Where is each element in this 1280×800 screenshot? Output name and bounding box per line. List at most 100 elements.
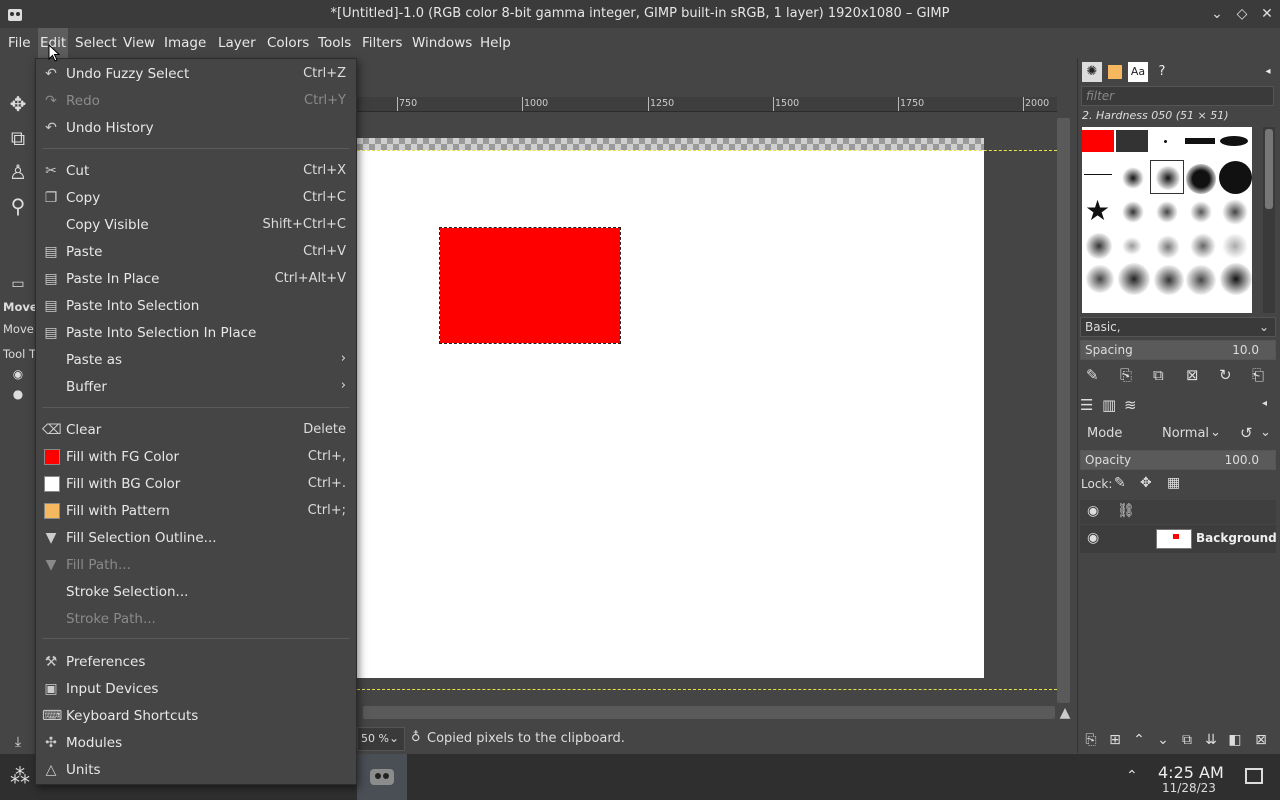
- menu-item-undo[interactable]: ↶ Undo Fuzzy Select Ctrl+Z: [36, 61, 356, 88]
- layers-tab-icon[interactable]: ☰: [1080, 396, 1093, 414]
- fonts-tab-icon[interactable]: Aa: [1128, 62, 1148, 82]
- brush-item[interactable]: [1164, 140, 1167, 143]
- menu-help[interactable]: Help: [480, 28, 511, 58]
- brush-item[interactable]: [1185, 138, 1215, 144]
- menu-select[interactable]: Select: [75, 28, 117, 58]
- brush-item[interactable]: [1222, 233, 1248, 259]
- brush-item[interactable]: [1122, 237, 1142, 255]
- menu-item-clear[interactable]: ⌫ Clear Delete: [36, 417, 356, 444]
- menu-colors[interactable]: Colors: [267, 28, 309, 58]
- mode-select[interactable]: Normal: [1162, 426, 1209, 441]
- horizontal-scrollbar[interactable]: [363, 706, 1055, 719]
- move-tool-icon[interactable]: ✥: [4, 90, 32, 118]
- chevron-down-icon[interactable]: ⌄: [1260, 425, 1271, 440]
- edit-brush-icon[interactable]: ✎: [1086, 366, 1099, 384]
- brush-item[interactable]: [1086, 233, 1112, 259]
- brush-set-select[interactable]: Basic, ⌄: [1080, 317, 1276, 337]
- menu-file[interactable]: File: [8, 28, 31, 58]
- merge-layer-icon[interactable]: ⇊: [1202, 731, 1220, 749]
- patterns-tab-icon[interactable]: [1105, 62, 1125, 82]
- star-brush-icon[interactable]: ★: [1085, 197, 1113, 225]
- spacing-spinner[interactable]: Spacing 10.0: [1080, 340, 1276, 360]
- brush-item[interactable]: [1084, 174, 1112, 175]
- brush-item[interactable]: [1122, 167, 1144, 189]
- show-desktop-icon[interactable]: [1245, 768, 1263, 784]
- menu-item-cut[interactable]: ✂ Cut Ctrl+X: [36, 158, 356, 185]
- duplicate-brush-icon[interactable]: ⧉: [1153, 366, 1164, 384]
- brush-item[interactable]: [1190, 233, 1216, 259]
- layer-mask-icon[interactable]: ◧: [1226, 731, 1244, 749]
- menu-item-copy[interactable]: ❐ Copy Ctrl+C: [36, 185, 356, 212]
- menu-item-preferences[interactable]: ⚒ Preferences: [36, 649, 356, 676]
- menu-item-paste-in-place[interactable]: ▤ Paste In Place Ctrl+Alt+V: [36, 266, 356, 293]
- menu-item-fill-bg[interactable]: Fill with BG Color Ctrl+.: [36, 471, 356, 498]
- new-layer-group-icon[interactable]: ⊞: [1106, 731, 1124, 749]
- lock-alpha-icon[interactable]: ▦: [1167, 475, 1180, 491]
- clock-date[interactable]: 11/28/23: [1162, 781, 1216, 795]
- app-launcher-icon[interactable]: ⁂: [10, 764, 30, 788]
- brush-item[interactable]: [1220, 136, 1248, 146]
- brush-item-selected[interactable]: [1150, 160, 1184, 194]
- new-brush-icon[interactable]: ⎘: [1120, 366, 1132, 384]
- reset-mode-icon[interactable]: ↺: [1240, 424, 1253, 442]
- brush-scrollbar[interactable]: [1263, 127, 1275, 313]
- brush-item[interactable]: [1154, 265, 1184, 295]
- menu-item-copy-visible[interactable]: Copy Visible Shift+Ctrl+C: [36, 212, 356, 239]
- red-selection-rectangle[interactable]: [439, 227, 621, 344]
- menu-windows[interactable]: Windows: [412, 28, 472, 58]
- clone-tool-icon[interactable]: ♙: [4, 158, 32, 186]
- menu-filters[interactable]: Filters: [362, 28, 402, 58]
- menu-item-fill-pattern[interactable]: Fill with Pattern Ctrl+;: [36, 498, 356, 525]
- configure-tab-icon[interactable]: ◂: [1262, 398, 1267, 409]
- menu-item-input-devices[interactable]: ▣ Input Devices: [36, 676, 356, 703]
- brush-item[interactable]: [1118, 263, 1150, 295]
- brushes-tab-icon[interactable]: ✺: [1082, 62, 1102, 82]
- vertical-scrollbar[interactable]: [1057, 118, 1070, 703]
- menu-tools[interactable]: Tools: [318, 28, 351, 58]
- brush-item[interactable]: [1082, 130, 1114, 152]
- brush-filter-input[interactable]: filter: [1081, 86, 1274, 106]
- transform-tool-icon[interactable]: ⧉: [4, 124, 32, 152]
- save-tool-preset-icon[interactable]: ⤓: [4, 728, 32, 756]
- brush-item[interactable]: [1156, 235, 1180, 259]
- close-button[interactable]: ✕: [1258, 5, 1276, 23]
- gimp-task-button[interactable]: [357, 754, 407, 800]
- navigate-icon[interactable]: ▲: [1057, 705, 1073, 721]
- raise-layer-icon[interactable]: ⌃: [1130, 731, 1148, 749]
- image-canvas[interactable]: [357, 138, 984, 678]
- menu-item-keyboard-shortcuts[interactable]: ⌨ Keyboard Shortcuts: [36, 703, 356, 730]
- delete-layer-icon[interactable]: ⊠: [1252, 731, 1270, 749]
- opacity-spinner[interactable]: Opacity 100.0: [1080, 450, 1276, 470]
- menu-item-fill-selection-outline[interactable]: ▼ Fill Selection Outline...: [36, 525, 356, 552]
- help-tab-icon[interactable]: ?: [1152, 62, 1172, 82]
- menu-item-fill-fg[interactable]: Fill with FG Color Ctrl+,: [36, 444, 356, 471]
- chevron-down-icon[interactable]: ⌄: [389, 731, 399, 745]
- menu-item-stroke-path[interactable]: Stroke Path...: [36, 606, 356, 633]
- brush-grid[interactable]: ★: [1082, 127, 1252, 313]
- brush-item[interactable]: [1186, 265, 1216, 295]
- lower-layer-icon[interactable]: ⌄: [1154, 731, 1172, 749]
- menu-item-undo-history[interactable]: ↶ Undo History: [36, 115, 356, 142]
- menu-item-units[interactable]: △ Units: [36, 757, 356, 784]
- refresh-brushes-icon[interactable]: ↻: [1219, 366, 1232, 384]
- tool-options-icon[interactable]: ▭: [4, 270, 32, 298]
- brush-item[interactable]: [1220, 263, 1252, 295]
- menu-item-redo[interactable]: ↷ Redo Ctrl+Y: [36, 88, 356, 115]
- menu-item-paste-into-selection[interactable]: ▤ Paste Into Selection: [36, 293, 356, 320]
- delete-brush-icon[interactable]: ⊠: [1186, 366, 1199, 384]
- open-brush-icon[interactable]: ⎗: [1252, 366, 1264, 384]
- brush-item[interactable]: [1122, 201, 1144, 223]
- brush-item[interactable]: [1190, 201, 1212, 223]
- brush-item[interactable]: [1086, 265, 1114, 293]
- lock-position-icon[interactable]: ✥: [1140, 475, 1152, 491]
- zoom-tool-icon[interactable]: ⚲: [4, 192, 32, 220]
- maximize-button[interactable]: ◇: [1233, 5, 1251, 23]
- brush-item[interactable]: [1186, 164, 1216, 194]
- menu-item-paste-as[interactable]: Paste as ›: [36, 347, 356, 374]
- brush-item[interactable]: [1219, 161, 1252, 194]
- duplicate-layer-icon[interactable]: ⧉: [1178, 731, 1196, 749]
- menu-item-paste-into-selection-in-place[interactable]: ▤ Paste Into Selection In Place: [36, 320, 356, 347]
- new-layer-icon[interactable]: ⎘: [1082, 731, 1100, 749]
- configure-tab-icon[interactable]: ◂: [1258, 62, 1278, 82]
- brush-item[interactable]: [1116, 130, 1148, 152]
